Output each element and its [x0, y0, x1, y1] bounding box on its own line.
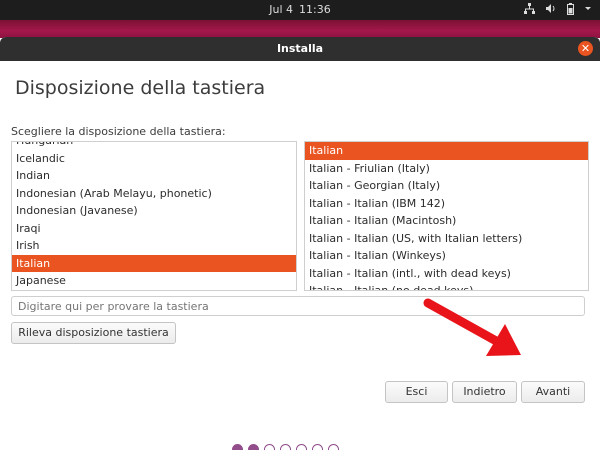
progress-dot — [264, 444, 275, 450]
layout-list-item[interactable]: Italian — [12, 254, 296, 272]
variant-list-item[interactable]: Italian - Italian (intl., with dead keys… — [305, 265, 588, 283]
keyboard-variant-list[interactable]: Italian Italian - Friulian (Italy) Italian… — [304, 141, 589, 291]
top-panel: Jul 4 11:36 — [0, 0, 600, 20]
progress-dot — [248, 444, 259, 450]
variant-list-item[interactable]: Italian - Italian (US, with Italian lett… — [305, 230, 588, 248]
quit-button[interactable]: Esci — [385, 381, 448, 403]
menu-arrow-icon[interactable] — [584, 3, 592, 18]
window-titlebar[interactable]: Installa ✕ — [0, 37, 600, 61]
detect-layout-button[interactable]: Rileva disposizione tastiera — [11, 322, 176, 344]
back-button[interactable]: Indietro — [452, 381, 517, 403]
variant-list-item[interactable]: Italian - Italian (Macintosh) — [305, 212, 588, 230]
desktop-background — [0, 20, 600, 38]
progress-dot — [280, 444, 291, 450]
layout-list-item[interactable]: Hungarian — [12, 142, 296, 150]
window-content: Disposizione della tastiera Scegliere la… — [0, 61, 600, 450]
installer-window: Installa ✕ Disposizione della tastiera S… — [0, 37, 600, 450]
system-tray[interactable] — [524, 3, 592, 18]
keyboard-layout-list[interactable]: HungarianIcelandicIndianIndonesian (Arab… — [11, 141, 297, 291]
layout-list-item[interactable]: Irish — [12, 237, 296, 255]
layout-list-item[interactable]: Indonesian (Javanese) — [12, 202, 296, 220]
progress-dots — [232, 444, 339, 450]
variant-list-item[interactable]: Italian - Italian (IBM 142) — [305, 195, 588, 213]
variant-list-item[interactable]: Italian - Friulian (Italy) — [305, 160, 588, 178]
network-icon[interactable] — [524, 3, 535, 18]
date-label: Jul 4 — [269, 3, 294, 16]
volume-icon[interactable] — [545, 3, 557, 18]
progress-dot — [312, 444, 323, 450]
page-title: Disposizione della tastiera — [15, 77, 266, 99]
keyboard-test-input[interactable] — [11, 296, 585, 316]
variant-list-item[interactable]: Italian — [305, 142, 588, 160]
variant-list-item[interactable]: Italian - Georgian (Italy) — [305, 177, 588, 195]
variant-list-item[interactable]: Italian - Italian (no dead keys) — [305, 282, 588, 290]
variant-list-item[interactable]: Italian - Italian (Winkeys) — [305, 247, 588, 265]
battery-icon[interactable] — [567, 3, 574, 18]
clock[interactable]: Jul 4 11:36 — [0, 3, 600, 16]
progress-dot — [328, 444, 339, 450]
layout-list-item[interactable]: Icelandic — [12, 150, 296, 168]
layout-list-item[interactable]: Indian — [12, 167, 296, 185]
layout-list-item[interactable]: Iraqi — [12, 220, 296, 238]
layout-list-item[interactable]: Japanese — [12, 272, 296, 290]
next-button[interactable]: Avanti — [521, 381, 585, 403]
time-label: 11:36 — [299, 3, 331, 16]
progress-dot — [296, 444, 307, 450]
progress-dot — [232, 444, 243, 450]
window-title: Installa — [276, 42, 324, 55]
layout-prompt: Scegliere la disposizione della tastiera… — [11, 125, 226, 138]
layout-list-item[interactable]: Indonesian (Arab Melayu, phonetic) — [12, 185, 296, 203]
close-button[interactable]: ✕ — [578, 41, 593, 56]
close-icon: ✕ — [580, 42, 591, 55]
